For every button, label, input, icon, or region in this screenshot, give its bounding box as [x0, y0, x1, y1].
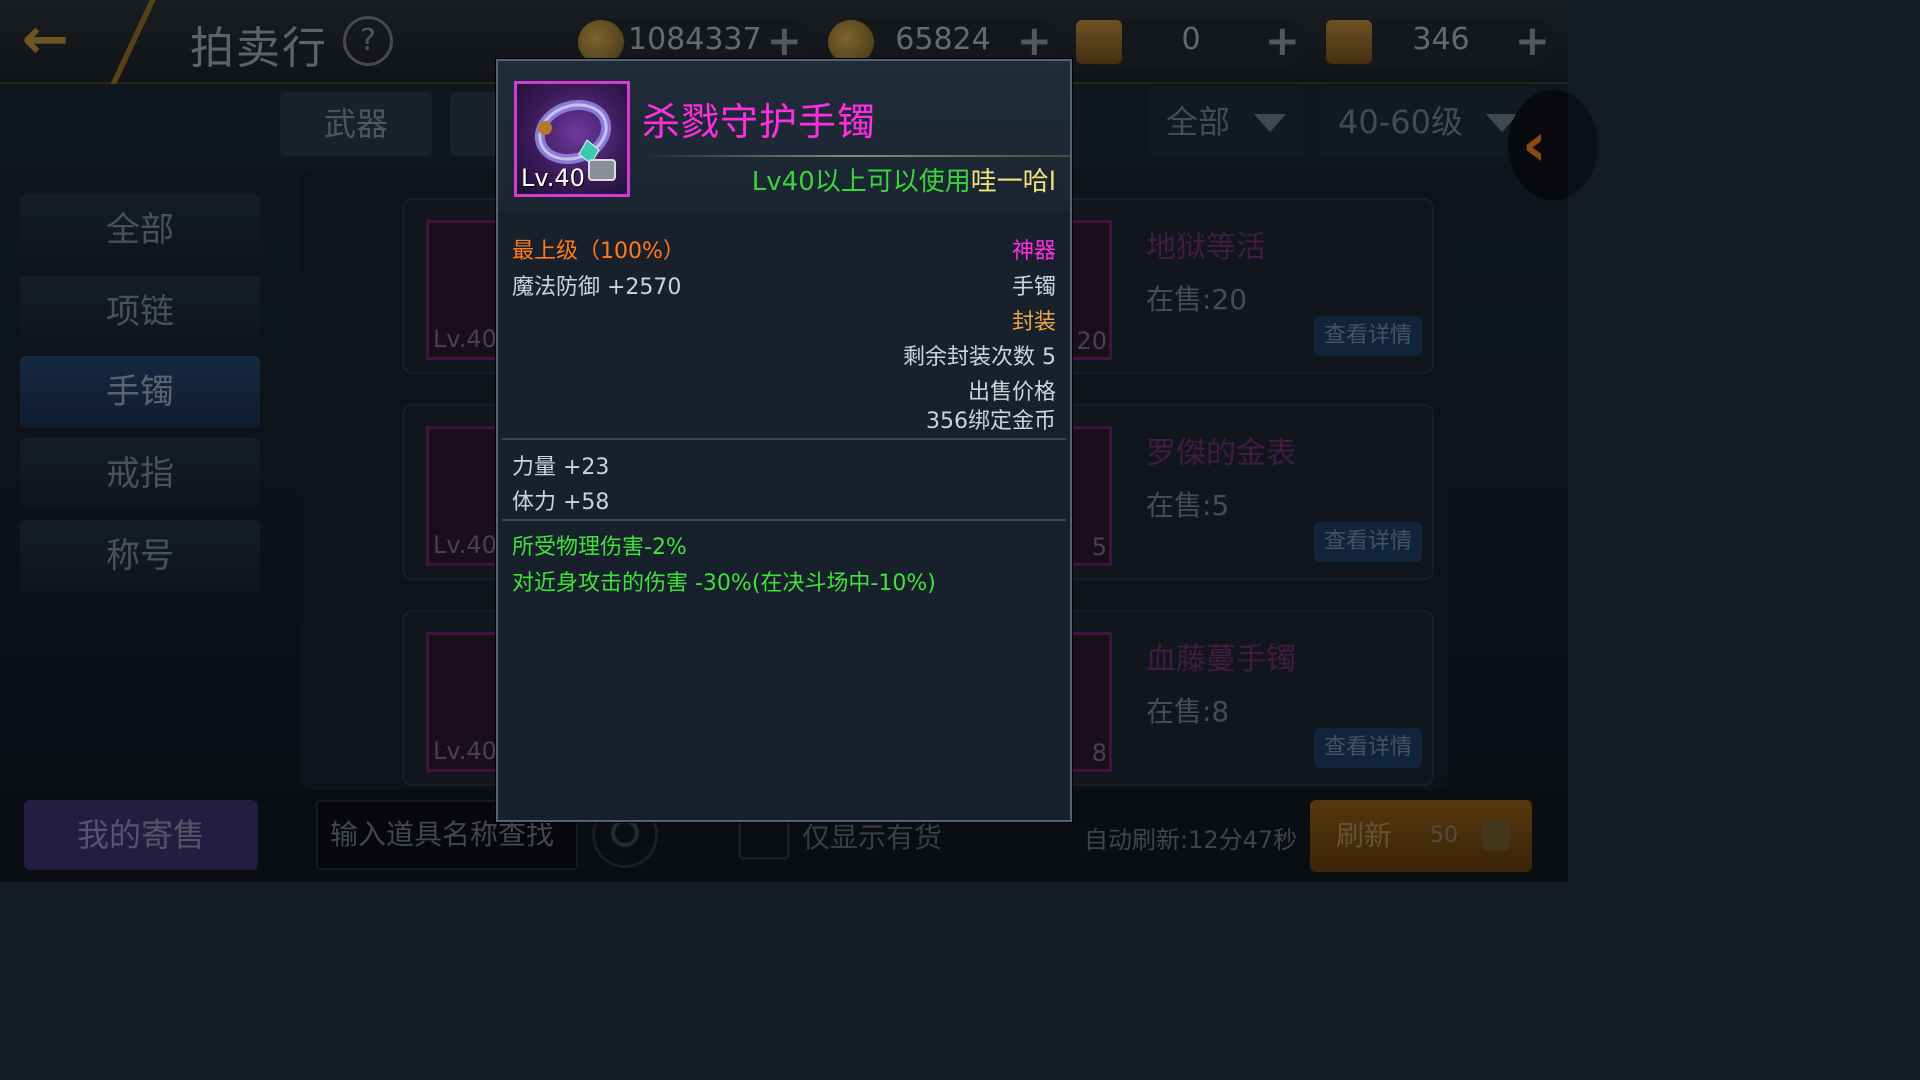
seal-remaining: 剩余封装次数 5 — [903, 345, 1056, 370]
owner-name: 哇一哈l — [970, 167, 1056, 197]
sealed-status: 封装 — [1011, 310, 1056, 335]
sell-price: 356绑定金币 — [926, 409, 1056, 434]
effect-physical-damage: 所受物理伤害-2% — [512, 535, 687, 560]
divider — [502, 438, 1066, 440]
sell-price-label: 出售价格 — [967, 380, 1056, 405]
bracelet-icon: Lv.40 — [514, 81, 630, 197]
item-slot: 手镯 — [1011, 275, 1056, 300]
stat-vitality: 体力 +58 — [512, 490, 610, 515]
main-stat: 魔法防御 +2570 — [512, 275, 682, 300]
effect-melee-damage: 对近身攻击的伤害 -30%(在决斗场中-10%) — [512, 571, 936, 596]
item-level: Lv.40 — [521, 164, 585, 192]
item-grade: 最上级（100%） — [512, 239, 685, 264]
stat-strength: 力量 +23 — [512, 455, 610, 480]
requirement-text: Lv40以上可以使用 — [751, 167, 971, 197]
tooltip-header: Lv.40 杀戮守护手镯 Lv40以上可以使用哇一哈l — [498, 61, 1070, 211]
level-requirement: Lv40以上可以使用哇一哈l — [752, 161, 1056, 198]
item-tooltip: Lv.40 杀戮守护手镯 Lv40以上可以使用哇一哈l 最上级（100%） 神器… — [496, 59, 1072, 822]
item-rarity: 神器 — [1011, 239, 1056, 264]
divider — [502, 519, 1066, 521]
item-name: 杀戮守护手镯 — [642, 100, 877, 144]
name-divider — [634, 155, 1070, 157]
